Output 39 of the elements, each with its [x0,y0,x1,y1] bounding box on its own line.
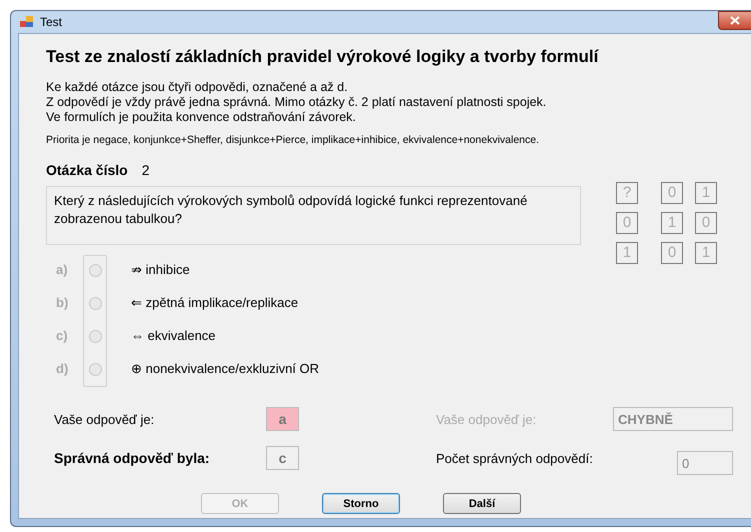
instruction-text: Ke každé otázce jsou čtyři odpovědi, označené a až d. [46,80,349,94]
option-letter: b) [56,294,70,312]
question-label: Otázka číslo [46,161,128,180]
heading: Test ze znalostí základních pravidel výrokové logiky a tvorby formulí [46,46,600,68]
option-text: ⊕ nonekvivalence/exkluzivní OR [131,360,320,378]
option-text: ⇔ ekvivalence [131,327,217,346]
correct-answer-label: Správná odpověď byla: [54,448,211,468]
window-title: Test [40,14,62,31]
question-text: Který z následujících výrokových symbolů odpovídá logické funkci reprezentované zobrazenou tabulkou? [46,186,581,246]
result-field: CHYBNĚ [613,407,733,432]
table-cell: 1 [695,182,717,204]
option-text: ⇐ zpětná implikace/replikace [131,294,300,312]
close-button[interactable] [718,11,751,30]
table-cell: 1 [661,212,683,234]
instruction-text: Ve formulích je použita konvence odstraňování závorek. [46,110,357,124]
option-letter: d) [56,360,70,378]
option-text: ⇏ inhibice [131,261,191,280]
table-cell: ? [616,182,638,204]
correct-answer-field: c [266,446,299,470]
app-icon [20,16,34,28]
instruction-text: Z odpovědí je vždy právě jedna správná. Mimo otázky č. 2 platí nastavení platnosti spojek. [46,94,548,110]
score-field: 0 [677,451,733,476]
table-cell: 1 [695,242,717,264]
table-cell: 0 [616,212,638,234]
dialog-button[interactable]: Další [443,493,521,514]
table-cell: 0 [661,242,683,264]
question-number: 2 [142,161,150,180]
option-letter: a) [56,261,69,280]
result-label: Vaše odpověď je: [436,410,538,429]
priority-text: Priorita je negace, konjunkce+Sheffer, disjunkce+Pierce, implikace+inhibice, ekvivalence+nonekvivalence. [46,132,540,148]
option-letter: c) [56,327,69,346]
dialog-button[interactable]: Storno [322,493,400,514]
answer-field: a [266,407,299,432]
answer-label: Vaše odpověď je: [54,410,156,429]
table-cell: 0 [661,182,683,204]
close-icon [730,16,740,25]
table-cell: 1 [616,242,638,264]
score-label: Počet správných odpovědí: [436,450,594,468]
table-cell: 0 [695,212,717,234]
